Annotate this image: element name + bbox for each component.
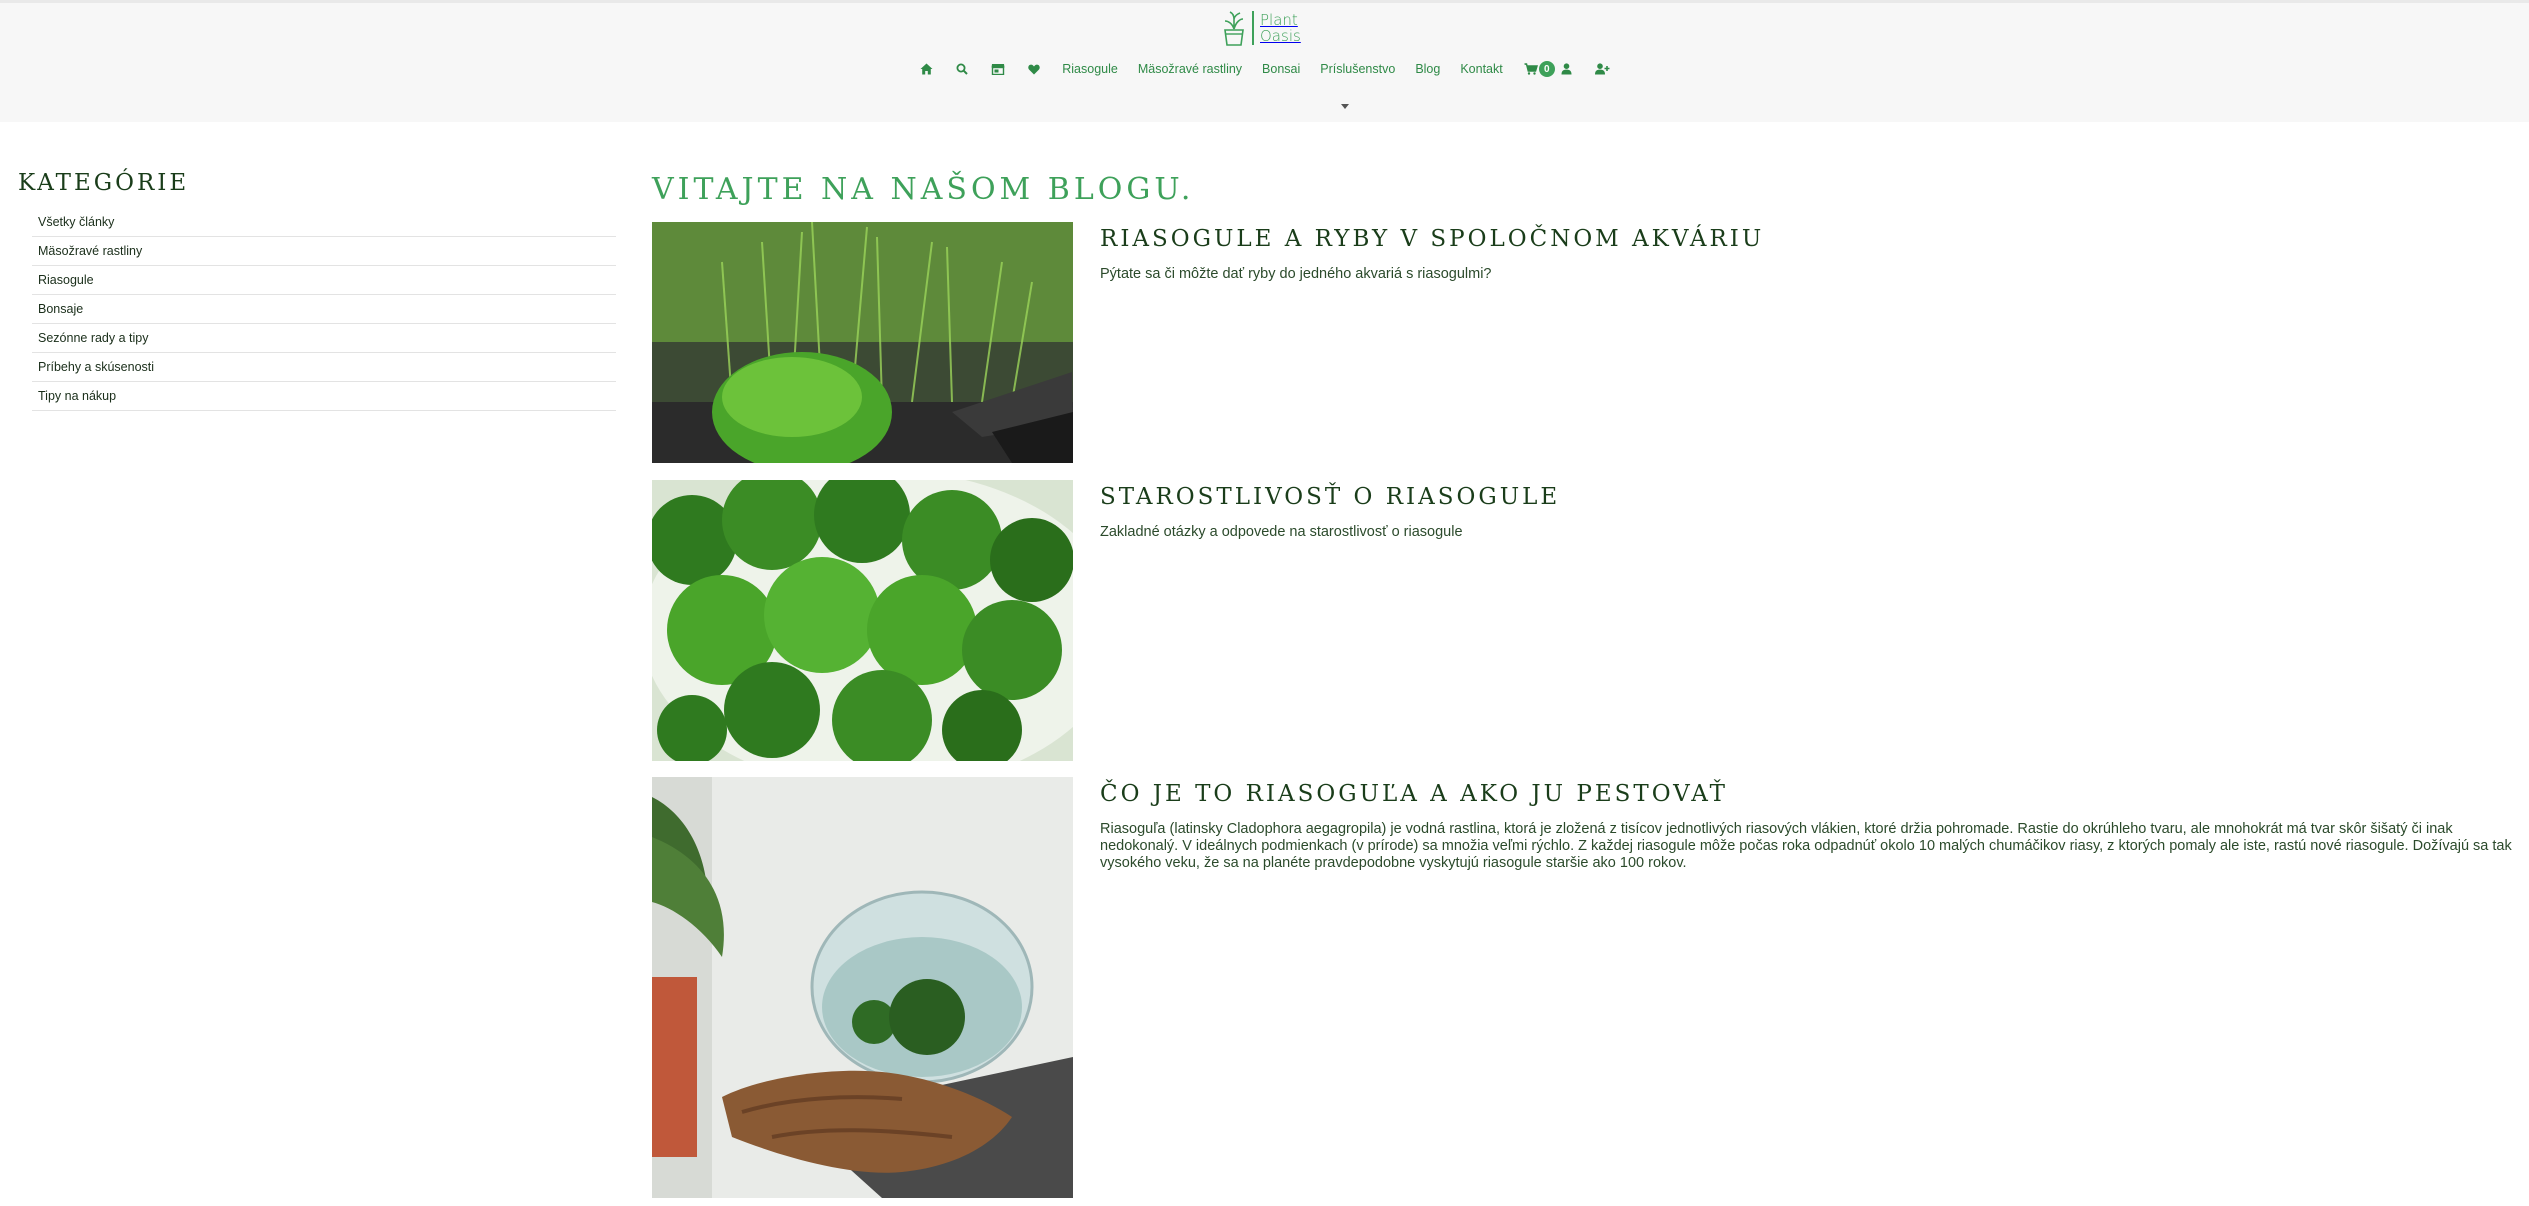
wishlist-link[interactable] xyxy=(1026,61,1042,77)
category-item-stories: Príbehy a skúsenosti xyxy=(32,353,616,382)
post-body: STAROSTLIVOSŤ O RIASOGULE Zakladné otázk… xyxy=(1100,480,2524,541)
site-logo[interactable]: Plant Oasis xyxy=(1222,7,1301,49)
category-item-seasonal-tips: Sezónne rady a tipy xyxy=(32,324,616,353)
plant-pot-logo-icon xyxy=(1224,11,1244,46)
nav-link-bonsai[interactable]: Bonsai xyxy=(1262,62,1300,76)
nav-link-contact[interactable]: Kontakt xyxy=(1460,62,1502,76)
nav-link-riasogule[interactable]: Riasogule xyxy=(1062,62,1118,76)
marimo-aquarium-image xyxy=(652,222,1073,463)
post-thumbnail[interactable] xyxy=(652,777,1073,1198)
post-title-link[interactable]: ČO JE TO RIASOGUĽA A AKO JU PESTOVAŤ xyxy=(1100,781,1728,807)
post-title-link[interactable]: STAROSTLIVOSŤ O RIASOGULE xyxy=(1100,484,1560,510)
site-header: Plant Oasis Riasogule Mäsožravé rastliny xyxy=(0,0,2529,122)
home-link[interactable] xyxy=(918,61,934,77)
category-sidebar: KATEGÓRIE Všetky články Mäsožravé rastli… xyxy=(18,170,616,411)
register-link[interactable] xyxy=(1595,61,1611,77)
category-link[interactable]: Sezónne rady a tipy xyxy=(38,331,149,345)
account-link[interactable] xyxy=(1559,61,1575,77)
post-body: ČO JE TO RIASOGUĽA A AKO JU PESTOVAŤ Ria… xyxy=(1100,777,2524,872)
cart-link[interactable]: 0 xyxy=(1523,61,1555,77)
marimo-balls-bowl-image xyxy=(652,480,1073,761)
post-title: RIASOGULE A RYBY V SPOLOČNOM AKVÁRIU xyxy=(1100,226,2524,252)
category-link[interactable]: Všetky články xyxy=(38,215,114,229)
store-link[interactable] xyxy=(990,61,1006,77)
nav-link-accessories[interactable]: Príslušenstvo xyxy=(1320,62,1395,76)
category-item-all-articles: Všetky články xyxy=(32,208,616,237)
page-title: VITAJTE NA NAŠOM BLOGU. xyxy=(652,172,1195,207)
category-link[interactable]: Riasogule xyxy=(38,273,94,287)
post-thumbnail[interactable] xyxy=(652,480,1073,761)
category-link[interactable]: Bonsaje xyxy=(38,302,83,316)
search-link[interactable] xyxy=(954,61,970,77)
category-link[interactable]: Príbehy a skúsenosti xyxy=(38,360,154,374)
category-item-riasogule: Riasogule xyxy=(32,266,616,295)
category-link[interactable]: Tipy na nákup xyxy=(38,389,116,403)
post-excerpt: Pýtate sa či môžte dať ryby do jedného a… xyxy=(1100,266,1492,282)
chevron-down-icon[interactable] xyxy=(1338,99,1352,113)
user-plus-icon xyxy=(1595,61,1611,77)
blog-main: VITAJTE NA NAŠOM BLOGU. RIASOGULE A RYBY… xyxy=(652,170,2524,1198)
search-icon xyxy=(954,61,970,77)
category-item-carnivorous-plants: Mäsožravé rastliny xyxy=(32,237,616,266)
cart-icon xyxy=(1523,61,1539,77)
logo-wordmark: Plant Oasis xyxy=(1260,11,1301,45)
category-link[interactable]: Mäsožravé rastliny xyxy=(38,244,142,258)
sidebar-title: KATEGÓRIE xyxy=(18,170,190,196)
cart-account-group: 0 xyxy=(1523,61,1575,77)
nav-link-carnivorous-plants[interactable]: Mäsožravé rastliny xyxy=(1138,62,1242,76)
post-body: RIASOGULE A RYBY V SPOLOČNOM AKVÁRIU Pýt… xyxy=(1100,222,2524,283)
post-title: STAROSTLIVOSŤ O RIASOGULE xyxy=(1100,484,2524,510)
heart-icon xyxy=(1026,61,1042,77)
category-item-shopping-tips: Tipy na nákup xyxy=(32,382,616,411)
post-excerpt: Zakladné otázky a odpovede na starostliv… xyxy=(1100,524,1463,540)
cart-count-badge: 0 xyxy=(1538,61,1555,77)
post-excerpt: Riasoguľa (latinsky Cladophora aegagropi… xyxy=(1100,821,2512,871)
user-icon xyxy=(1559,61,1575,77)
home-icon xyxy=(918,61,934,77)
marimo-glass-driftwood-image xyxy=(652,777,1073,1198)
main-navigation: Riasogule Mäsožravé rastliny Bonsai Prís… xyxy=(0,57,2529,81)
store-icon xyxy=(990,61,1006,77)
category-item-bonsai: Bonsaje xyxy=(32,295,616,324)
post-thumbnail[interactable] xyxy=(652,222,1073,463)
logo-divider xyxy=(1252,11,1254,45)
post-title: ČO JE TO RIASOGUĽA A AKO JU PESTOVAŤ xyxy=(1100,781,2524,807)
category-list: Všetky články Mäsožravé rastliny Riasogu… xyxy=(32,208,616,411)
nav-link-blog[interactable]: Blog xyxy=(1415,62,1440,76)
post-title-link[interactable]: RIASOGULE A RYBY V SPOLOČNOM AKVÁRIU xyxy=(1100,226,1764,252)
